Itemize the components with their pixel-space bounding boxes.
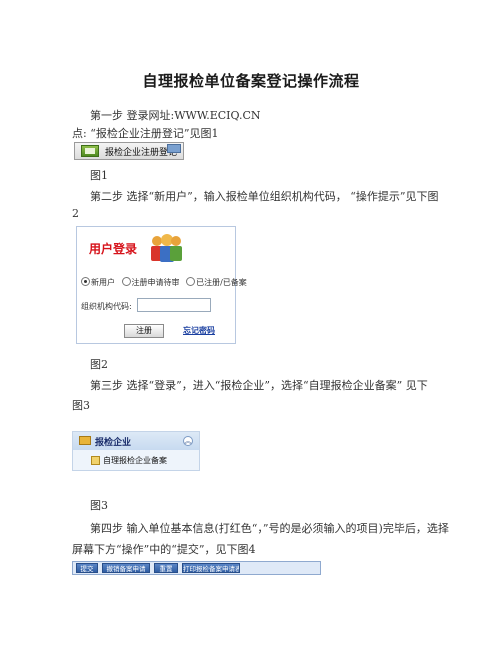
- reset-button[interactable]: 重置: [154, 563, 178, 573]
- radio-new-user[interactable]: 新用户: [81, 277, 115, 287]
- step-3-continued: 图3: [72, 399, 90, 412]
- edit-icon: [91, 456, 100, 465]
- org-code-input[interactable]: [137, 298, 211, 312]
- register-icon: [81, 145, 99, 157]
- withdraw-filing-button[interactable]: 撤销备案申请: [102, 563, 150, 573]
- enterprise-group-label: 报检企业: [95, 438, 132, 448]
- submit-button[interactable]: 提交: [76, 563, 98, 573]
- figure-3-caption: 图3: [90, 499, 108, 512]
- user-type-options: 新用户 注册申请待审 已注册/已备案: [81, 277, 247, 288]
- step-4-continued: 屏幕下方“操作”中的“提交”，见下图4: [72, 543, 256, 556]
- step-2-text: 第二步 选择“新用户”，输入报检单位组织机构代码， “操作提示”见下图: [90, 190, 439, 203]
- self-inspection-filing-link[interactable]: 自理报检企业备案: [103, 455, 167, 466]
- step-3-text: 第三步 选择“登录”，进入“报检企业”，选择“自理报检企业备案” 见下: [90, 379, 428, 392]
- badge-icon: [167, 144, 181, 153]
- register-button[interactable]: 注册: [124, 324, 164, 338]
- enterprise-nav-panel: 报检企业 ︽ 自理报检企业备案: [72, 431, 200, 471]
- org-code-label: 组织机构代码:: [81, 302, 132, 311]
- step-1-text: 第一步 登录网址:WWW.ECIQ.CN: [90, 109, 261, 122]
- forgot-password-link[interactable]: 忘记密码: [183, 325, 215, 336]
- folder-icon: [79, 436, 91, 445]
- radio-registered[interactable]: 已注册/已备案: [186, 277, 247, 287]
- register-entry-button[interactable]: 报检企业注册登记: [74, 142, 184, 160]
- print-form-button[interactable]: 打印报检备案申请表: [182, 563, 240, 573]
- login-header: 用户登录: [89, 242, 138, 256]
- step-4-text: 第四步 输入单位基本信息(打红色“，”号的是必须输入的项目)完毕后，选择: [90, 522, 449, 535]
- figure-1-caption: 图1: [90, 169, 108, 182]
- enterprise-group-header[interactable]: 报检企业 ︽: [73, 432, 199, 450]
- step-1-continued: 点: “报检企业注册登记”见图1: [72, 127, 219, 140]
- figure-2-caption: 图2: [90, 358, 108, 371]
- radio-pending[interactable]: 注册申请待审: [121, 277, 180, 287]
- step-2-continued: 2: [72, 207, 79, 220]
- action-toolbar: 提交 撤销备案申请 重置 打印报检备案申请表: [72, 561, 321, 575]
- document-title: 自理报检单位备案登记操作流程: [142, 72, 360, 90]
- chevron-up-icon[interactable]: ︽: [183, 436, 193, 446]
- login-panel: 用户登录 新用户 注册申请待审 已注册/已备案 组织机构代码: 注册 忘记密码: [76, 226, 247, 344]
- users-icon: [151, 234, 182, 262]
